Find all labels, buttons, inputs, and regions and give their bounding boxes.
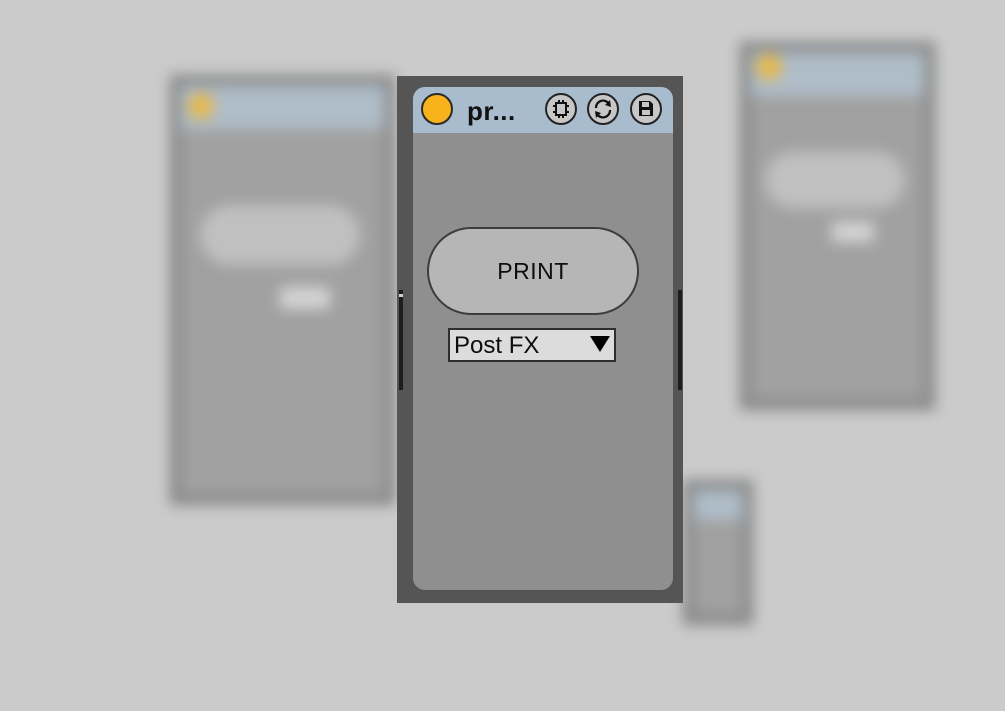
reload-icon [594,99,612,119]
fx-position-menu-value: Post FX [454,332,540,359]
dropdown-arrow-icon [590,336,610,352]
background-device-left [170,75,395,505]
save-button[interactable] [630,93,662,125]
save-icon [639,101,653,116]
freeze-icon [553,100,569,118]
device-resize-handle-right[interactable] [678,290,682,390]
background-device-small [683,480,753,625]
device-power-toggle[interactable] [421,93,453,125]
device-name: pr... [467,96,516,126]
freeze-button[interactable] [545,93,577,125]
workspace: pr... PRINT Post FX [0,0,1005,711]
fx-position-menu[interactable]: Post FX [448,328,616,362]
device-panel: pr... PRINT Post FX [413,87,673,590]
background-device-right [740,42,935,410]
print-button[interactable]: PRINT [427,227,639,315]
device-resize-handle-left[interactable] [399,290,403,390]
device-title-bar[interactable]: pr... [413,87,673,133]
reload-button[interactable] [587,93,619,125]
